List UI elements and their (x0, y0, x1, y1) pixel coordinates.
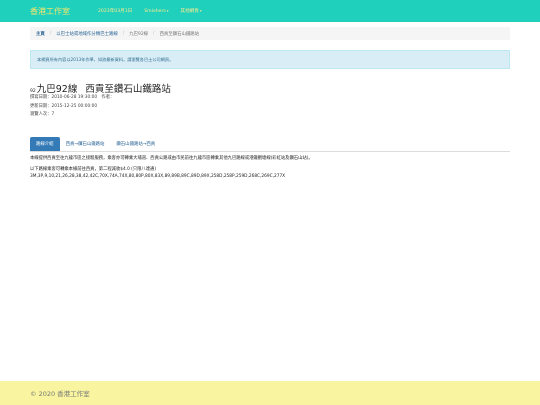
chevron-down-icon: ▾ (199, 9, 202, 13)
nav-item-date-label: 2023年03月1日 (98, 9, 133, 14)
interchange-routes: 3M,3P,9,10,21,26,28,38,42,42C,70X,74A,74… (30, 174, 286, 179)
page-title: 92 九巴92線 西貢至鑽石山鐵路站 (30, 81, 171, 95)
nav-item-other-pages-dropdown[interactable]: 其他網頁▾ (181, 8, 202, 14)
route-subtitle: 西貢至鑽石山鐵路站 (85, 84, 171, 95)
info-alert: 本網頁所有內容以2013年作準，如欲最新資料，請瀏覽各巴士公司網頁。 (30, 50, 510, 69)
tab-saikung-to-diamondhill[interactable]: 西貢→鑽石山鐵路站 (60, 137, 111, 151)
top-navbar: 香港工作室 2023年03月1日 Smiohers▾ 其他網頁▾ (0, 0, 540, 22)
breadcrumb: 主頁 / 以巴士站或地域作分類巴士路線 / 九巴92線 / 西貢至鑽石山鐵路站 (30, 27, 510, 40)
breadcrumb-separator: / (122, 31, 125, 36)
nav-item-smiohers-dropdown[interactable]: Smiohers▾ (144, 9, 168, 14)
breadcrumb-category-link[interactable]: 以巴士站或地域作分類巴士路線 (56, 31, 117, 37)
page-footer: © 2020 香港工作室 (0, 381, 540, 405)
copyright-text: © 2020 香港工作室 (30, 390, 90, 398)
updated-date: 更新日期：2015-12-25 00:00:00 (30, 103, 98, 109)
article-meta: 撰寫日期：2010-06-28 19:30:00 作者： 更新日期：2015-1… (30, 94, 114, 120)
breadcrumb-route: 九巴92線 (129, 31, 149, 37)
chevron-down-icon: ▾ (166, 8, 169, 13)
route-name: 九巴92線 (36, 84, 78, 95)
breadcrumb-home-link[interactable]: 主頁 (36, 31, 45, 37)
tab-route-intro[interactable]: 路線介紹 (30, 137, 60, 151)
breadcrumb-current: 西貢至鑽石山鐵路站 (159, 31, 200, 37)
interchange-label: 以下路線乘客可轉乘本線前往西貢，第二程減收$4.0 (只限八達通) (30, 166, 157, 172)
tab-content: 本線提供西貢至往九龍市區之接駁服務，乘客亦可轉乘大埔道、西貢公路或由市民前往九龍… (30, 155, 510, 181)
site-brand[interactable]: 香港工作室 (30, 6, 70, 17)
view-count: 瀏覽人次：7 (30, 112, 55, 117)
route-intro-text: 本線提供西貢至往九龍市區之接駁服務，乘客亦可轉乘大埔道、西貢公路或由市民前往九龍… (30, 156, 313, 161)
nav-item-smiohers-label: Smiohers (144, 8, 166, 14)
breadcrumb-separator: / (49, 31, 52, 36)
tab-diamondhill-to-saikung[interactable]: 鑽石山鐵路站→西貢 (110, 137, 161, 151)
nav-item-date[interactable]: 2023年03月1日 (98, 8, 132, 14)
nav-item-other-pages-label: 其他網頁 (180, 9, 199, 14)
route-tabs: 路線介紹 西貢→鑽石山鐵路站 鑽石山鐵路站→西貢 (30, 137, 510, 152)
breadcrumb-separator: / (153, 31, 155, 36)
created-date: 撰寫日期：2010-06-28 19:30:00 作者： (30, 95, 115, 100)
